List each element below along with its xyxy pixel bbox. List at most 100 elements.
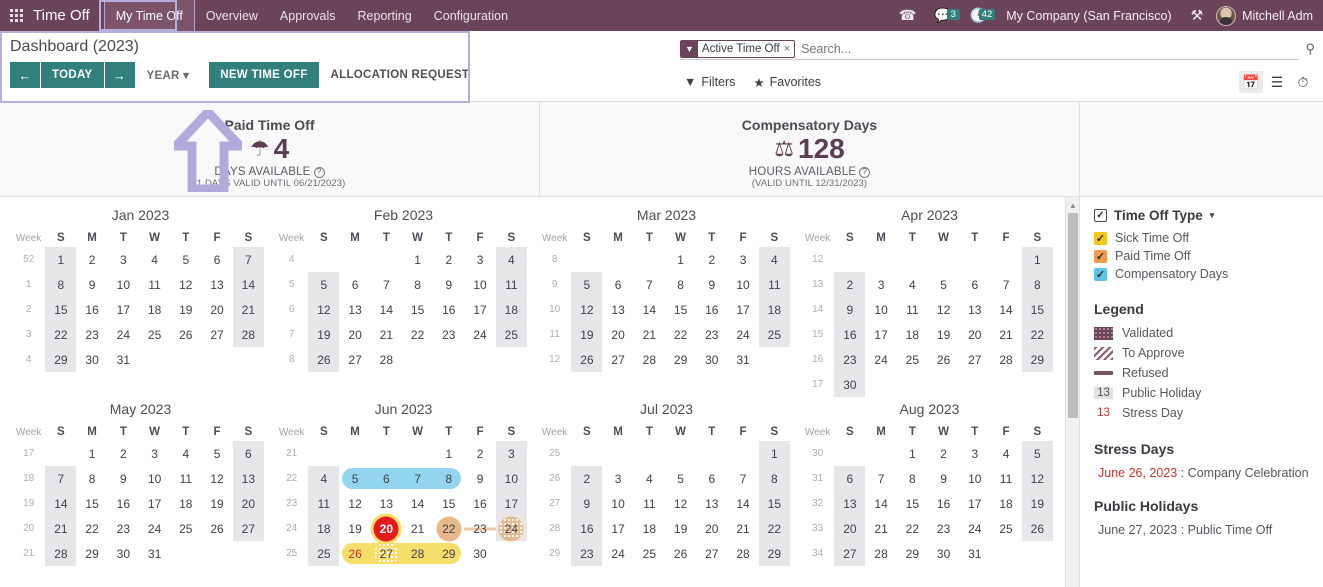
day-cell[interactable]: 21 (45, 516, 77, 541)
day-cell[interactable]: 2 (571, 466, 603, 491)
day-cell[interactable]: 17 (139, 491, 170, 516)
day-cell[interactable]: 25 (308, 541, 340, 566)
day-cell[interactable]: 25 (139, 322, 170, 347)
day-cell[interactable]: 3 (865, 272, 896, 297)
day-cell[interactable]: 2 (834, 272, 866, 297)
day-cell[interactable]: 5 (339, 466, 371, 491)
list-view-icon[interactable]: ☰ (1265, 71, 1289, 93)
day-cell[interactable]: 22 (76, 516, 107, 541)
day-cell[interactable]: 19 (339, 516, 370, 541)
day-cell[interactable]: 15 (76, 491, 107, 516)
day-cell[interactable]: 3 (108, 247, 139, 272)
day-cell[interactable]: 8 (433, 466, 464, 491)
day-cell[interactable]: 26 (339, 541, 371, 566)
day-cell[interactable]: 16 (571, 516, 603, 541)
day-cell[interactable]: 6 (339, 272, 370, 297)
day-cell[interactable]: 8 (897, 466, 928, 491)
day-cell[interactable]: 11 (990, 466, 1021, 491)
day-cell[interactable]: 1 (897, 441, 928, 466)
app-name[interactable]: Time Off (31, 0, 104, 31)
day-cell[interactable]: 24 (959, 516, 990, 541)
phone-icon[interactable]: ☎ (890, 7, 925, 24)
day-cell[interactable]: 23 (696, 322, 727, 347)
day-cell[interactable]: 20 (834, 516, 866, 541)
day-cell[interactable]: 1 (665, 247, 696, 272)
day-cell[interactable]: 26 (665, 541, 696, 566)
day-cell[interactable]: 11 (634, 491, 665, 516)
day-cell[interactable]: 27 (959, 347, 990, 372)
day-cell[interactable]: 7 (371, 272, 402, 297)
day-cell[interactable]: 12 (928, 297, 959, 322)
search-box[interactable]: ▼ Active Time Off × (680, 38, 1300, 60)
day-cell[interactable]: 9 (834, 297, 866, 322)
day-cell[interactable]: 12 (1021, 466, 1053, 491)
calendar-view-icon[interactable]: 📅 (1239, 71, 1263, 93)
day-cell[interactable]: 28 (634, 347, 665, 372)
day-cell[interactable]: 1 (402, 247, 433, 272)
day-cell[interactable]: 24 (495, 516, 527, 541)
day-cell[interactable]: 6 (602, 272, 633, 297)
day-cell[interactable]: 17 (727, 297, 758, 322)
day-cell[interactable]: 4 (634, 466, 665, 491)
day-cell[interactable]: 29 (45, 347, 77, 372)
select-all-checkbox-icon[interactable]: ✓ (1094, 209, 1107, 222)
day-cell[interactable]: 8 (45, 272, 77, 297)
day-cell[interactable]: 25 (990, 516, 1021, 541)
stat-card-compensatory-days[interactable]: Compensatory Days ⚖ 128 HOURS AVAILABLE … (540, 102, 1080, 196)
day-cell[interactable]: 30 (464, 541, 495, 566)
day-cell[interactable]: 28 (232, 322, 264, 347)
day-cell[interactable]: 12 (308, 297, 340, 322)
day-cell[interactable]: 10 (602, 491, 633, 516)
search-input[interactable] (795, 41, 1300, 56)
day-cell[interactable]: 29 (758, 541, 790, 566)
day-cell[interactable]: 3 (464, 247, 495, 272)
day-cell[interactable]: 14 (865, 491, 896, 516)
day-cell[interactable]: 15 (402, 297, 433, 322)
filter-item-compensatory-days[interactable]: ✓ Compensatory Days (1094, 265, 1313, 283)
day-cell[interactable]: 22 (45, 322, 77, 347)
day-cell[interactable]: 1 (758, 441, 790, 466)
day-cell[interactable]: 14 (402, 491, 433, 516)
day-cell[interactable]: 3 (139, 441, 170, 466)
day-cell[interactable]: 31 (727, 347, 758, 372)
scrollbar-thumb[interactable] (1068, 213, 1078, 418)
day-cell[interactable]: 2 (928, 441, 959, 466)
day-cell[interactable]: 25 (495, 322, 527, 347)
day-cell[interactable]: 14 (727, 491, 758, 516)
day-cell[interactable]: 6 (696, 466, 727, 491)
day-cell[interactable]: 10 (727, 272, 758, 297)
day-cell[interactable]: 20 (232, 491, 264, 516)
prev-period-button[interactable]: ← (10, 62, 40, 88)
menu-my-time-off[interactable]: My Time Off (103, 0, 195, 31)
day-cell[interactable]: 9 (696, 272, 727, 297)
day-cell[interactable]: 26 (170, 322, 201, 347)
day-cell[interactable]: 19 (665, 516, 696, 541)
day-cell[interactable]: 28 (990, 347, 1021, 372)
day-cell[interactable]: 15 (758, 491, 790, 516)
day-cell[interactable]: 25 (634, 541, 665, 566)
day-cell[interactable]: 14 (45, 491, 77, 516)
day-cell[interactable]: 18 (990, 491, 1021, 516)
day-cell[interactable]: 18 (634, 516, 665, 541)
day-cell[interactable]: 14 (634, 297, 665, 322)
day-cell[interactable]: 13 (959, 297, 990, 322)
day-cell[interactable]: 30 (834, 372, 866, 397)
day-cell[interactable]: 4 (495, 247, 527, 272)
day-cell[interactable]: 19 (170, 297, 201, 322)
menu-configuration[interactable]: Configuration (423, 0, 519, 31)
day-cell[interactable]: 7 (727, 466, 758, 491)
day-cell[interactable]: 23 (433, 322, 464, 347)
day-cell[interactable]: 11 (170, 466, 201, 491)
day-cell[interactable]: 10 (108, 272, 139, 297)
day-cell[interactable]: 22 (665, 322, 696, 347)
day-cell[interactable]: 31 (139, 541, 170, 566)
sick-time-off-checkbox-icon[interactable]: ✓ (1094, 231, 1107, 245)
filters-dropdown[interactable]: ▼ Filters (684, 75, 753, 89)
filter-item-sick-time-off[interactable]: ✓ Sick Time Off (1094, 229, 1313, 247)
day-cell[interactable]: 2 (433, 247, 464, 272)
day-cell[interactable]: 12 (201, 466, 232, 491)
day-cell[interactable]: 23 (571, 541, 603, 566)
filter-item-paid-time-off[interactable]: ✓ Paid Time Off (1094, 247, 1313, 265)
day-cell[interactable]: 24 (602, 541, 633, 566)
day-cell[interactable]: 5 (1021, 441, 1053, 466)
